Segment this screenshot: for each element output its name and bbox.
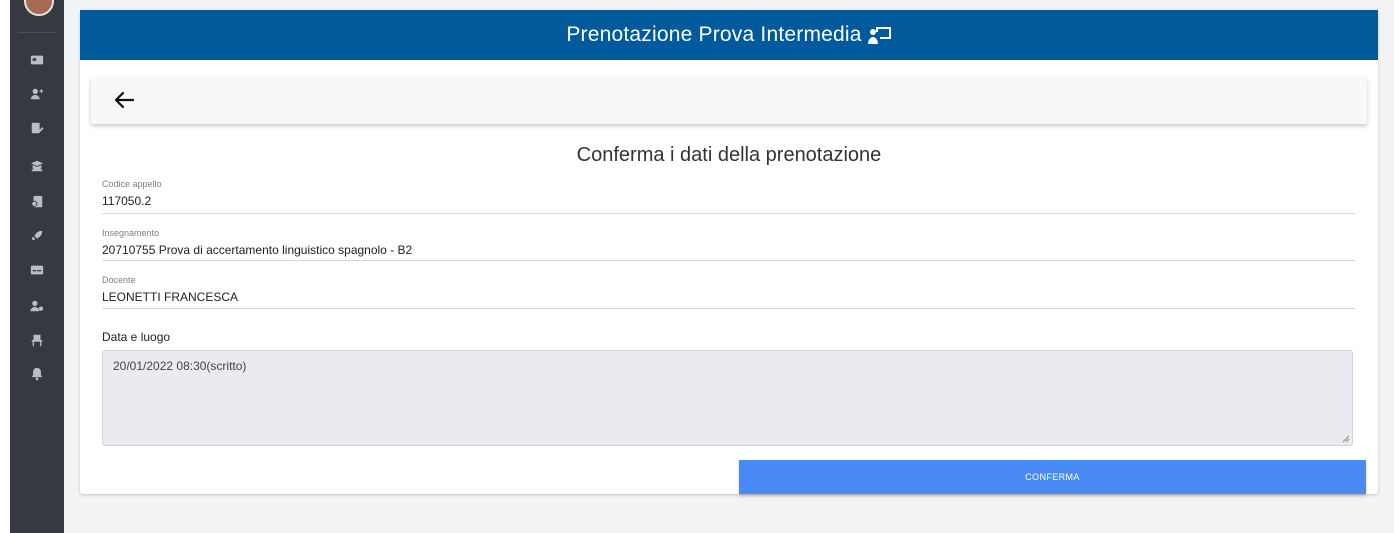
arrow-left-icon: [114, 91, 135, 109]
page-subtitle: Conferma i dati della prenotazione: [576, 144, 882, 166]
field-value: LEONETTI FRANCESCA: [102, 290, 239, 304]
field-value: 20710755 Prova di accertamento linguisti…: [102, 243, 413, 257]
booking-card: Prenotazione Prova Intermedia Conferma i…: [80, 10, 1378, 494]
avatar[interactable]: [24, 0, 54, 16]
id-card-icon[interactable]: [24, 50, 50, 70]
field-docente: Docente LEONETTI FRANCESCA: [102, 275, 1355, 309]
sidebar: [10, 0, 64, 533]
date-place-value: 20/01/2022 08:30(scritto): [113, 359, 247, 373]
toolbar: [91, 78, 1367, 124]
date-place-textarea[interactable]: 20/01/2022 08:30(scritto): [102, 350, 1353, 446]
user-plus-icon[interactable]: [24, 84, 50, 104]
field-value: 117050.2: [102, 194, 152, 208]
field-codice-appello: Codice appello 117050.2: [102, 179, 1355, 214]
confirm-button[interactable]: CONFERMA: [739, 460, 1366, 494]
window-edge: [0, 0, 10, 533]
graduation-cap-icon[interactable]: [24, 156, 50, 176]
presentation-icon: [867, 25, 892, 45]
sidebar-divider: [18, 32, 56, 33]
date-place-label: Data e luogo: [102, 330, 171, 344]
back-button[interactable]: [113, 89, 139, 113]
chair-icon[interactable]: [24, 330, 50, 350]
field-label: Docente: [102, 275, 136, 285]
page-title: Prenotazione Prova Intermedia: [566, 23, 862, 46]
rocket-icon[interactable]: [24, 226, 50, 246]
page-header: Prenotazione Prova Intermedia: [80, 10, 1378, 60]
field-label: Codice appello: [102, 179, 162, 189]
edit-document-icon[interactable]: [24, 118, 50, 138]
certificate-icon[interactable]: [24, 192, 50, 212]
user-cog-icon[interactable]: [24, 296, 50, 316]
bell-icon[interactable]: [24, 364, 50, 384]
field-insegnamento: Insegnamento 20710755 Prova di accertame…: [102, 228, 1355, 261]
card-icon[interactable]: [24, 260, 50, 280]
resize-grip-icon[interactable]: [1342, 435, 1350, 443]
field-label: Insegnamento: [102, 228, 160, 238]
